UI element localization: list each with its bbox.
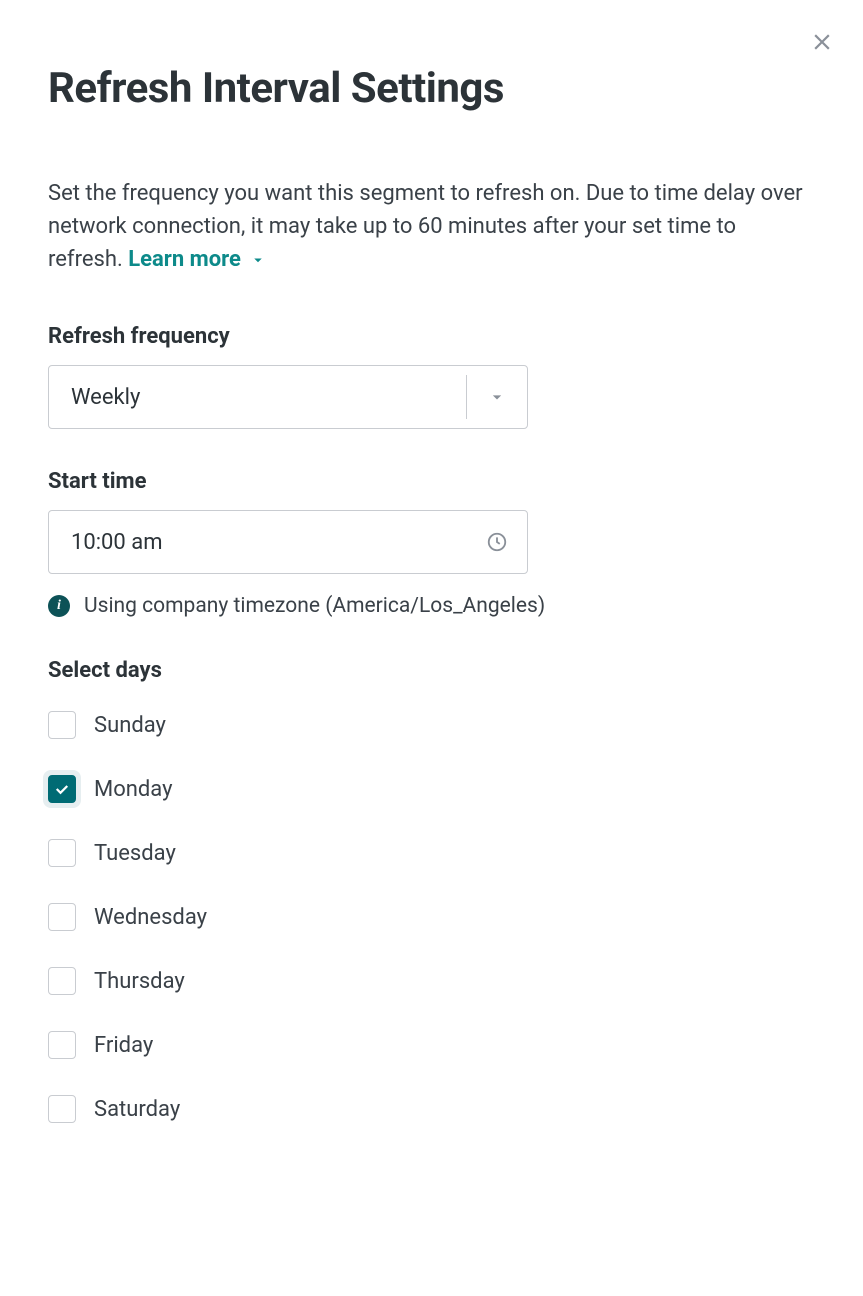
description-text: Set the frequency you want this segment … xyxy=(48,177,815,276)
page-title: Refresh Interval Settings xyxy=(48,64,815,113)
checkbox-saturday[interactable] xyxy=(48,1095,76,1123)
frequency-value: Weekly xyxy=(49,385,466,410)
day-item-saturday[interactable]: Saturday xyxy=(48,1095,815,1123)
select-days-group: Select days Sunday Monday Tuesday Wednesday… xyxy=(48,658,815,1123)
day-item-wednesday[interactable]: Wednesday xyxy=(48,903,815,931)
timezone-text: Using company timezone (America/Los_Ange… xyxy=(84,594,545,618)
day-label: Saturday xyxy=(94,1097,180,1122)
frequency-label: Refresh frequency xyxy=(48,324,815,349)
day-item-sunday[interactable]: Sunday xyxy=(48,711,815,739)
chevron-down-icon xyxy=(249,251,267,269)
start-time-group: Start time 10:00 am i Using company time… xyxy=(48,469,815,618)
checkbox-thursday[interactable] xyxy=(48,967,76,995)
checkbox-monday[interactable] xyxy=(48,775,76,803)
frequency-group: Refresh frequency Weekly xyxy=(48,324,815,429)
day-label: Sunday xyxy=(94,713,166,738)
day-label: Monday xyxy=(94,777,173,802)
check-icon xyxy=(53,780,71,798)
select-days-label: Select days xyxy=(48,658,815,683)
day-item-friday[interactable]: Friday xyxy=(48,1031,815,1059)
select-arrow xyxy=(467,387,527,407)
day-label: Wednesday xyxy=(94,905,207,930)
checkbox-tuesday[interactable] xyxy=(48,839,76,867)
timezone-note: i Using company timezone (America/Los_An… xyxy=(48,594,815,618)
start-time-label: Start time xyxy=(48,469,815,494)
learn-more-label: Learn more xyxy=(128,243,241,276)
days-list: Sunday Monday Tuesday Wednesday Thursday Frid… xyxy=(48,711,815,1123)
checkbox-wednesday[interactable] xyxy=(48,903,76,931)
day-item-thursday[interactable]: Thursday xyxy=(48,967,815,995)
day-item-monday[interactable]: Monday xyxy=(48,775,815,803)
day-label: Tuesday xyxy=(94,841,176,866)
chevron-down-icon xyxy=(487,387,507,407)
close-button[interactable] xyxy=(809,28,835,60)
checkbox-friday[interactable] xyxy=(48,1031,76,1059)
day-label: Thursday xyxy=(94,969,185,994)
start-time-value: 10:00 am xyxy=(49,530,467,555)
time-icon-wrapper xyxy=(467,531,527,553)
frequency-select[interactable]: Weekly xyxy=(48,365,528,429)
info-icon: i xyxy=(48,595,70,617)
start-time-input[interactable]: 10:00 am xyxy=(48,510,528,574)
day-item-tuesday[interactable]: Tuesday xyxy=(48,839,815,867)
learn-more-link[interactable]: Learn more xyxy=(128,243,267,276)
close-icon xyxy=(809,29,835,55)
day-label: Friday xyxy=(94,1033,153,1058)
clock-icon xyxy=(486,531,508,553)
checkbox-sunday[interactable] xyxy=(48,711,76,739)
